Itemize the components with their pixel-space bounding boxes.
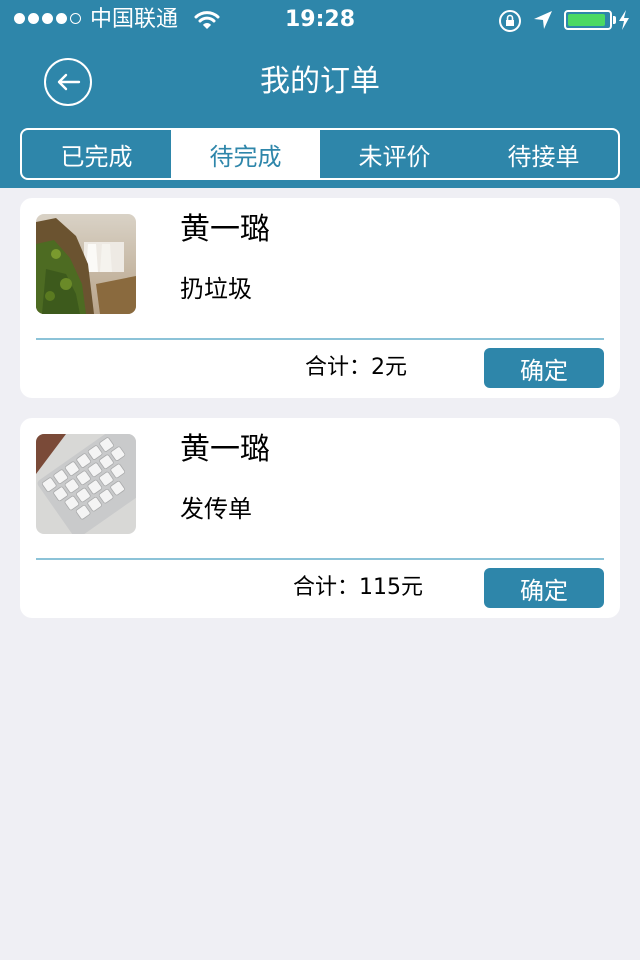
tab-pending[interactable]: 待完成	[171, 130, 320, 178]
service-type: 发传单	[180, 495, 252, 523]
battery-cap	[613, 16, 616, 24]
customer-name: 黄一璐	[180, 432, 270, 467]
header-bar: 中国联通 19:28 我的订单 已完成 待完成 未评价 待接单	[0, 0, 640, 188]
battery-icon	[564, 10, 612, 30]
keyboard-image	[36, 434, 136, 534]
location-arrow-icon	[534, 11, 552, 29]
order-total: 合计：115元	[293, 575, 423, 600]
divider	[36, 338, 604, 340]
order-card: 黄一璐 扔垃圾 合计：2元 确定	[20, 198, 620, 398]
confirm-button[interactable]: 确定	[484, 568, 604, 608]
customer-name: 黄一璐	[180, 212, 270, 247]
battery-level	[568, 14, 605, 26]
order-card: 黄一璐 发传单 合计：115元 确定	[20, 418, 620, 618]
tab-awaiting-acceptance[interactable]: 待接单	[469, 130, 618, 178]
tab-unrated[interactable]: 未评价	[320, 130, 469, 178]
waterfall-image	[36, 214, 136, 314]
confirm-button[interactable]: 确定	[484, 348, 604, 388]
service-type: 扔垃圾	[180, 275, 252, 303]
order-total: 合计：2元	[305, 355, 407, 380]
charging-icon	[619, 10, 629, 30]
status-bar: 中国联通 19:28	[0, 0, 640, 40]
divider	[36, 558, 604, 560]
tab-completed[interactable]: 已完成	[22, 130, 171, 178]
page-title: 我的订单	[260, 64, 380, 99]
rotation-lock-icon	[499, 10, 521, 32]
order-status-tabs: 已完成 待完成 未评价 待接单	[20, 128, 620, 180]
